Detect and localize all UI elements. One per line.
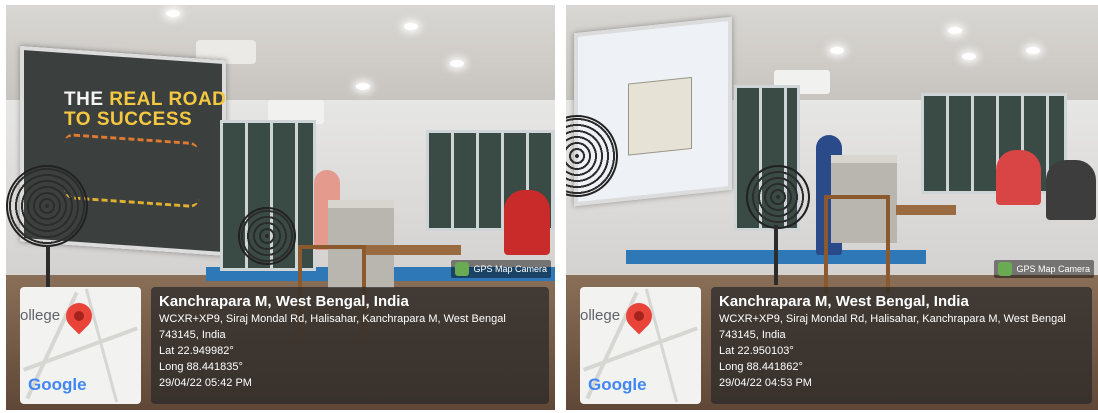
latitude: Lat 22.949982° <box>159 345 234 357</box>
slide-document <box>628 76 692 156</box>
ceiling-light <box>1026 47 1040 54</box>
gps-camera-icon <box>455 262 470 276</box>
wooden-chair <box>824 195 890 294</box>
gps-badge: GPS Map Camera <box>451 260 551 278</box>
standing-fan <box>746 165 810 229</box>
address-line: 743145, India <box>159 329 226 341</box>
ceiling-light <box>404 23 418 30</box>
ceiling-light <box>356 83 370 90</box>
photo-seminar-1: THE REAL ROAD TO SUCCESS GPS Map Camera … <box>6 5 555 410</box>
audience-person <box>996 150 1041 205</box>
map-label: ollege <box>580 307 621 324</box>
map-thumbnail: ollege Google <box>580 287 701 404</box>
fan-pole <box>774 225 778 285</box>
ceiling-light <box>166 10 180 17</box>
longitude: Long 88.441862° <box>719 361 803 373</box>
google-logo: Google <box>588 375 647 394</box>
address-line: WCXR+XP9, Siraj Mondal Rd, Halisahar, Ka… <box>719 313 1066 325</box>
gps-badge-label: GPS Map Camera <box>1016 264 1090 274</box>
table <box>366 245 461 255</box>
map-thumbnail: ollege Google <box>20 287 141 404</box>
table <box>896 205 956 215</box>
ceiling-light <box>962 53 976 60</box>
gps-camera-icon <box>998 262 1013 276</box>
photo-seminar-2: GPS Map Camera ollege Google Kanchrapara… <box>566 5 1098 410</box>
ceiling-light <box>450 60 464 67</box>
location-info: Kanchrapara M, West Bengal, India WCXR+X… <box>711 287 1092 404</box>
ceiling-light <box>830 47 844 54</box>
timestamp: 29/04/22 05:42 PM <box>159 377 252 389</box>
location-title: Kanchrapara M, West Bengal, India <box>159 293 409 310</box>
ceiling-light <box>948 27 962 34</box>
address-line: WCXR+XP9, Siraj Mondal Rd, Halisahar, Ka… <box>159 313 506 325</box>
location-info: Kanchrapara M, West Bengal, India WCXR+X… <box>151 287 549 404</box>
standing-fan <box>6 165 88 247</box>
location-title: Kanchrapara M, West Bengal, India <box>719 293 969 310</box>
longitude: Long 88.441835° <box>159 361 243 373</box>
gps-badge-label: GPS Map Camera <box>473 264 547 274</box>
google-logo: Google <box>28 375 87 394</box>
timestamp: 29/04/22 04:53 PM <box>719 377 812 389</box>
slide-title: THE REAL ROAD TO SUCCESS <box>64 89 227 130</box>
gps-badge: GPS Map Camera <box>994 260 1094 278</box>
audience-person <box>1046 160 1096 220</box>
audience-person <box>504 190 550 255</box>
address-line: 743145, India <box>719 329 786 341</box>
standing-fan <box>238 207 296 265</box>
latitude: Lat 22.950103° <box>719 345 794 357</box>
map-label: ollege <box>20 307 61 324</box>
